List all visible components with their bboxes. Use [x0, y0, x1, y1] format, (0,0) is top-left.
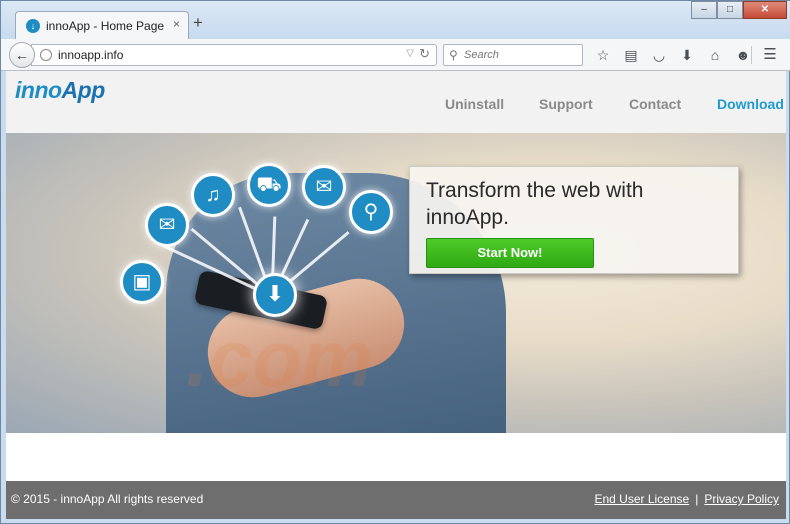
- footer-links: End User License | Privacy Policy: [594, 492, 779, 506]
- music-icon: ♫: [191, 173, 235, 217]
- site-footer: © 2015 - innoApp All rights reserved End…: [6, 481, 786, 519]
- start-now-button[interactable]: Start Now!: [426, 238, 594, 268]
- globe-icon: [40, 49, 52, 61]
- menu-icon[interactable]: ☰: [759, 45, 781, 65]
- window-controls: – □ ✕: [691, 1, 787, 21]
- maximize-button[interactable]: □: [717, 1, 743, 19]
- eula-link[interactable]: End User License: [594, 492, 689, 506]
- tab-title: innoApp - Home Page: [46, 19, 165, 33]
- toolbar-separator: [751, 46, 752, 64]
- image-icon: ▣: [120, 260, 164, 304]
- search-icon: ⚲: [449, 48, 458, 62]
- download-icon: ⬇: [253, 273, 297, 317]
- innoapp-favicon-icon: ↓: [26, 19, 40, 33]
- hero-banner: ▣ ✉ ♫ ⛟ ✉ ⚲ ⬇ .com Transform the web wit…: [6, 133, 786, 433]
- copyright-text: © 2015 - innoApp All rights reserved: [11, 492, 204, 506]
- nav-download[interactable]: Download: [717, 96, 784, 112]
- minimize-button[interactable]: –: [691, 1, 717, 19]
- magnifier-icon: ⚲: [349, 190, 393, 234]
- toolbar-icons: ☆ ▤ ◡ ⬇ ⌂ ☻: [589, 45, 757, 65]
- innoapp-logo[interactable]: innoApp: [15, 77, 105, 104]
- url-text[interactable]: innoapp.info: [58, 48, 123, 62]
- reading-list-icon[interactable]: ▤: [617, 45, 645, 65]
- new-tab-button[interactable]: +: [193, 14, 203, 31]
- chat-bubble-icon: ✉: [145, 203, 189, 247]
- tab-close-icon[interactable]: ×: [173, 17, 180, 31]
- cart-icon: ⛟: [247, 163, 291, 207]
- pocket-icon[interactable]: ◡: [645, 45, 673, 65]
- logo-part-inno: inno: [15, 77, 62, 103]
- reload-icon[interactable]: ↻: [419, 46, 430, 62]
- chat-icon[interactable]: ☻: [729, 45, 757, 65]
- close-window-button[interactable]: ✕: [743, 1, 787, 19]
- nav-support[interactable]: Support: [539, 96, 593, 112]
- site-header: innoApp Uninstall Support Contact Downlo…: [6, 71, 786, 133]
- tab-innoapp[interactable]: ↓ innoApp - Home Page ×: [15, 11, 189, 39]
- back-button[interactable]: ←: [9, 42, 35, 68]
- download-arrow-icon[interactable]: ⬇: [673, 45, 701, 65]
- url-bar[interactable]: innoapp.info ▽ ↻: [31, 44, 437, 66]
- nav-contact[interactable]: Contact: [629, 96, 681, 112]
- navigation-toolbar: innoapp.info ▽ ↻ ← ⚲ ☆ ▤ ◡ ⬇ ⌂ ☻ ☰: [1, 39, 790, 71]
- privacy-policy-link[interactable]: Privacy Policy: [704, 492, 779, 506]
- home-icon[interactable]: ⌂: [701, 45, 729, 65]
- watermark: .com: [186, 314, 373, 403]
- logo-part-app: App: [61, 77, 106, 103]
- web-page: innoApp Uninstall Support Contact Downlo…: [6, 71, 786, 519]
- url-dropdown-icon[interactable]: ▽: [406, 48, 414, 59]
- search-bar[interactable]: ⚲: [443, 44, 583, 66]
- mail-icon: ✉: [302, 165, 346, 209]
- tab-bar: ↓ innoApp - Home Page × + – □ ✕: [1, 1, 790, 39]
- star-icon[interactable]: ☆: [589, 45, 617, 65]
- footer-separator: |: [695, 492, 699, 506]
- hero-headline: Transform the web with innoApp.: [426, 179, 644, 229]
- nav-uninstall[interactable]: Uninstall: [445, 96, 504, 112]
- search-input[interactable]: [464, 46, 578, 64]
- cta-panel: Transform the web with innoApp. Start No…: [409, 166, 739, 274]
- browser-window: ↓ innoApp - Home Page × + – □ ✕ innoapp.…: [0, 0, 790, 524]
